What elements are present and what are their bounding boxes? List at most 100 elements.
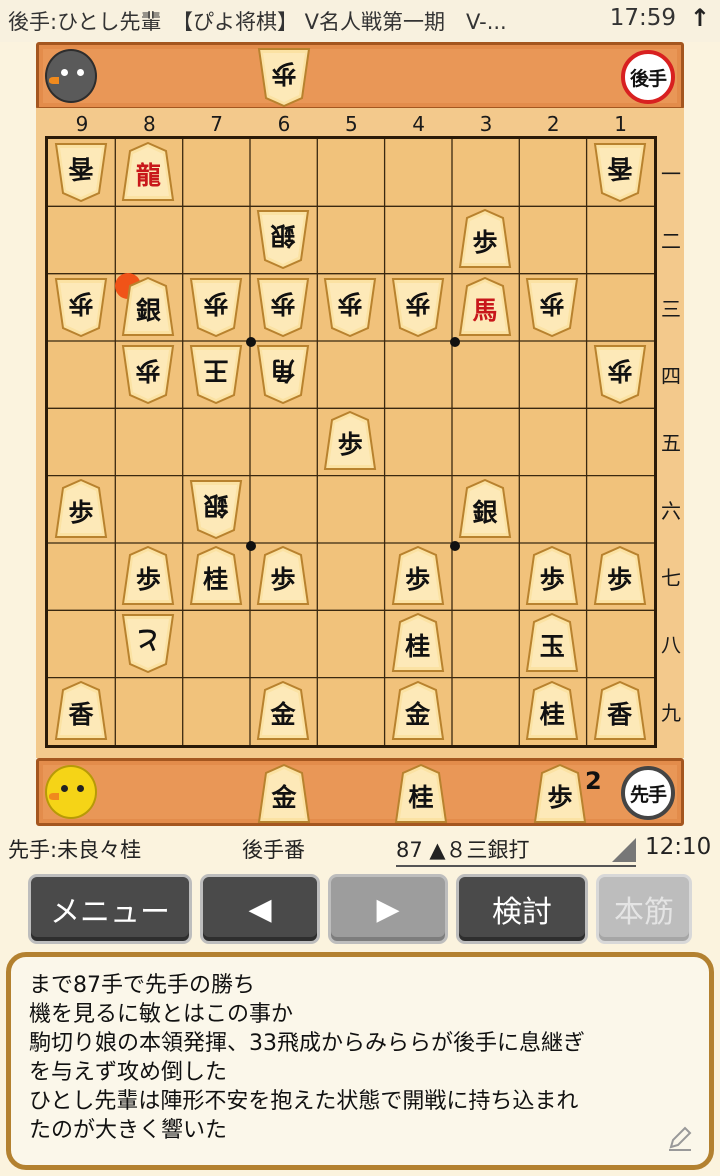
sente-player-name: 先手:未良々桂 [8,838,142,862]
dropdown-corner-icon[interactable] [612,838,636,862]
piece-label: 金 [271,783,297,812]
board-piece-gote[interactable]: 歩 [323,277,377,337]
star-point [246,337,256,347]
board-piece-gote[interactable]: と [121,613,175,674]
shogi-board[interactable]: 987654321 香龍香銀歩歩銀歩歩歩歩馬歩歩王角歩歩歩銀銀歩桂歩歩歩歩と桂玉… [36,108,684,758]
row-label: 四 [661,363,681,388]
sente-hand-piece[interactable]: 歩 [533,764,587,824]
board-piece-gote[interactable]: 歩 [189,277,243,337]
board-piece-sente[interactable]: 香 [593,680,647,741]
piece-label: 歩 [68,497,94,527]
piece-label: 桂 [203,564,229,594]
piece-label: 歩 [405,564,431,594]
piece-label: 香 [68,699,94,729]
comment-box[interactable]: まで87手で先手の勝ち 機を見るに敏とはこの事か 駒切り娘の本領発揮、33飛成からみ… [6,952,714,1170]
board-piece-sente[interactable]: 歩 [593,545,647,606]
column-label: 8 [142,112,156,136]
pencil-icon[interactable] [665,1123,695,1153]
board-piece-sente[interactable]: 金 [391,680,445,741]
piece-label: と [135,625,161,655]
analyze-button[interactable]: 検討 [456,874,588,944]
board-piece-sente[interactable]: 歩 [54,478,108,539]
sente-hand-bar: 先手 金 桂 歩2 [36,758,684,826]
piece-label: 香 [607,699,633,729]
sente-hand-piece[interactable]: 金 [257,764,311,824]
column-label: 3 [479,112,493,136]
gote-badge-label: 後手 [629,67,667,90]
column-label: 5 [344,112,358,136]
board-piece-sente[interactable]: 歩 [121,545,175,606]
board-piece-gote[interactable]: 香 [593,142,647,202]
row-label: 五 [661,431,681,456]
comment-line: たのが大きく響いた [29,1118,228,1143]
row-label: 七 [661,565,681,590]
piece-label: 桂 [405,632,431,662]
board-piece-sente[interactable]: 馬 [458,276,512,337]
piece-label: 龍 [135,161,161,190]
star-point [450,337,460,347]
piece-label: 歩 [68,288,94,318]
board-piece-sente[interactable]: 龍 [121,142,175,202]
row-label: 一 [661,162,681,186]
column-label: 2 [546,112,560,136]
gote-avatar-icon[interactable] [45,49,97,103]
piece-label: 歩 [271,59,297,88]
board-piece-sente[interactable]: 桂 [189,545,243,606]
board-piece-sente[interactable]: 歩 [323,411,377,471]
board-piece-gote[interactable]: 角 [256,344,310,404]
piece-label: 歩 [135,355,161,385]
piece-label: 玉 [539,632,565,662]
piece-label: 銀 [472,497,498,527]
board-piece-sente[interactable]: 歩 [391,545,445,606]
piece-label: 歩 [607,355,633,385]
comment-line: を与えず攻め倒した [29,1060,228,1085]
board-piece-gote[interactable]: 銀 [256,209,310,270]
board-piece-sente[interactable]: 銀 [121,276,175,337]
piece-label: 歩 [539,564,565,594]
column-label: 6 [277,112,291,136]
board-grid[interactable]: 香龍香銀歩歩銀歩歩歩歩馬歩歩王角歩歩歩銀銀歩桂歩歩歩歩と桂玉香金金桂香 [45,136,657,748]
gote-badge: 後手 [621,50,675,104]
menu-button[interactable]: メニュー [28,874,192,944]
board-piece-sente[interactable]: 香 [54,680,108,741]
board-piece-gote[interactable]: 歩 [391,277,445,337]
move-selector[interactable]: 87 ▲８三銀打 [396,834,636,867]
game-title: 後手:ひとし先輩 【ぴよ将棋】 V名人戦第一期 V-... [8,10,507,34]
piece-label: 歩 [203,288,229,318]
board-piece-sente[interactable]: 桂 [525,680,579,741]
row-label: 九 [661,700,681,725]
board-piece-gote[interactable]: 歩 [54,277,108,337]
board-piece-gote[interactable]: 歩 [593,344,647,404]
row-label: 二 [661,229,681,254]
turn-indicator: 後手番 [242,838,305,862]
board-piece-sente[interactable]: 銀 [458,478,512,539]
row-label: 六 [661,498,681,523]
sente-badge: 先手 [621,766,675,820]
mainline-button[interactable]: 本筋 [596,874,692,944]
sente-badge-label: 先手 [629,783,667,806]
board-piece-sente[interactable]: 歩 [525,545,579,606]
comment-line: まで87手で先手の勝ち [29,973,255,998]
board-piece-sente[interactable]: 桂 [391,613,445,673]
board-piece-sente[interactable]: 玉 [525,613,579,673]
gote-hand-piece[interactable]: 歩 [257,47,311,107]
sente-avatar-icon[interactable] [45,765,97,819]
sente-hand-piece[interactable]: 桂 [394,764,448,824]
board-piece-sente[interactable]: 金 [256,680,310,741]
board-piece-sente[interactable]: 歩 [458,209,512,269]
piece-label: 歩 [337,288,363,318]
up-arrow-icon: ↑ [689,4,710,32]
board-piece-gote[interactable]: 歩 [525,277,579,337]
board-piece-gote[interactable]: 歩 [256,277,310,337]
board-piece-gote[interactable]: 銀 [189,479,243,539]
board-piece-gote[interactable]: 歩 [121,344,175,404]
piece-label: 歩 [135,564,161,594]
board-piece-sente[interactable]: 歩 [256,545,310,606]
board-piece-gote[interactable]: 王 [189,344,243,404]
next-move-button[interactable]: ▶ [328,874,448,944]
comment-line: ひとし先輩は陣形不安を抱えた状態で開戦に持ち込まれ [29,1089,579,1114]
piece-label: 馬 [472,295,498,325]
prev-move-button[interactable]: ◀ [200,874,320,944]
board-piece-gote[interactable]: 香 [54,142,108,202]
piece-label: 歩 [337,430,363,460]
